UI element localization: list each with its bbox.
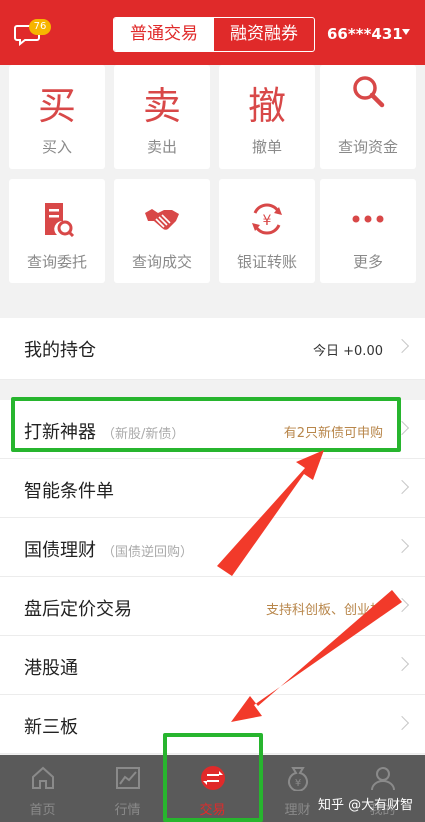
- buy-label: 买入: [41, 138, 72, 156]
- hk-connect-title: 港股通: [24, 658, 78, 679]
- query-orders-button[interactable]: 查询委托: [9, 179, 105, 283]
- treasury-title: 国债理财 （国债逆回购）: [24, 540, 194, 561]
- chevron-right-icon: [394, 538, 410, 554]
- query-trades-label: 查询成交: [131, 253, 192, 271]
- chevron-right-icon: [394, 338, 410, 354]
- list-item-after-hours[interactable]: 盘后定价交易 支持科创板、创业板: [0, 577, 425, 636]
- more-label: 更多: [352, 253, 383, 271]
- more-icon: [352, 215, 384, 223]
- handshake-icon: [145, 209, 179, 230]
- feature-list: 我的持仓 今日 +0.00 打新神器 （新股/新债） 有2只新债可申购 智能条件单…: [0, 318, 425, 754]
- more-button[interactable]: 更多: [320, 179, 416, 283]
- tab-normal-trade[interactable]: 普通交易: [114, 18, 214, 51]
- svg-text:¥: ¥: [263, 213, 272, 229]
- holdings-today-pnl: 今日 +0.00: [313, 344, 383, 359]
- chart-icon: [116, 767, 140, 789]
- chevron-right-icon: [394, 715, 410, 731]
- yuan-transfer-icon: ¥: [252, 203, 282, 235]
- nav-home-label: 首页: [29, 803, 56, 818]
- watermark-text: 知乎 @大有财智: [318, 798, 414, 813]
- list-item-holdings[interactable]: 我的持仓 今日 +0.00: [0, 318, 425, 380]
- chevron-down-icon[interactable]: [402, 29, 410, 35]
- cancel-order-label: 撤单: [251, 138, 282, 156]
- bank-transfer-button[interactable]: ¥ 银证转账: [219, 179, 315, 283]
- sell-label: 卖出: [146, 138, 177, 156]
- wealth-icon: ¥: [288, 767, 308, 791]
- after-hours-title: 盘后定价交易: [24, 599, 132, 620]
- chevron-right-icon: [394, 479, 410, 495]
- list-item-smart-order[interactable]: 智能条件单: [0, 459, 425, 518]
- chevron-right-icon: [394, 597, 410, 613]
- buy-icon: 买: [37, 84, 76, 128]
- message-badge: 76: [29, 19, 51, 35]
- nav-home[interactable]: 首页: [0, 755, 85, 822]
- bank-transfer-label: 银证转账: [236, 253, 297, 271]
- highlight-box-ipo-tool: [11, 397, 401, 452]
- query-orders-label: 查询委托: [26, 253, 87, 271]
- buy-button[interactable]: 买 买入: [9, 65, 105, 169]
- user-icon: [371, 767, 395, 791]
- holdings-title: 我的持仓: [24, 340, 96, 361]
- nav-market-label: 行情: [114, 803, 141, 818]
- action-grid: 买 买入 卖 卖出 撤 撤单 查询资金 查询委托 查询成交 ¥ 银证转账 更多: [0, 65, 425, 305]
- smart-order-title: 智能条件单: [24, 481, 114, 502]
- document-search-icon: [45, 203, 75, 237]
- app-header: 76 普通交易 融资融券 66***431: [0, 0, 425, 65]
- cancel-order-icon: 撤: [247, 84, 286, 128]
- nav-market[interactable]: 行情: [85, 755, 170, 822]
- query-funds-label: 查询资金: [337, 138, 398, 156]
- neeq-title: 新三板: [24, 717, 78, 738]
- after-hours-notice: 支持科创板、创业板: [265, 603, 383, 618]
- list-item-hk-connect[interactable]: 港股通: [0, 636, 425, 695]
- account-number[interactable]: 66***431: [327, 25, 403, 43]
- trade-mode-switch: 普通交易 融资融券: [113, 17, 315, 52]
- query-trades-button[interactable]: 查询成交: [114, 179, 210, 283]
- list-item-treasury[interactable]: 国债理财 （国债逆回购）: [0, 518, 425, 577]
- search-icon: [353, 76, 385, 108]
- cancel-order-button[interactable]: 撤 撤单: [219, 65, 315, 169]
- sell-icon: 卖: [142, 84, 181, 128]
- tab-margin-trade[interactable]: 融资融券: [214, 18, 314, 51]
- svg-text:¥: ¥: [295, 778, 301, 789]
- highlight-box-trade-tab: [163, 733, 263, 822]
- home-icon: [32, 766, 54, 789]
- query-funds-button[interactable]: 查询资金: [320, 65, 416, 169]
- chevron-right-icon: [394, 656, 410, 672]
- sell-button[interactable]: 卖 卖出: [114, 65, 210, 169]
